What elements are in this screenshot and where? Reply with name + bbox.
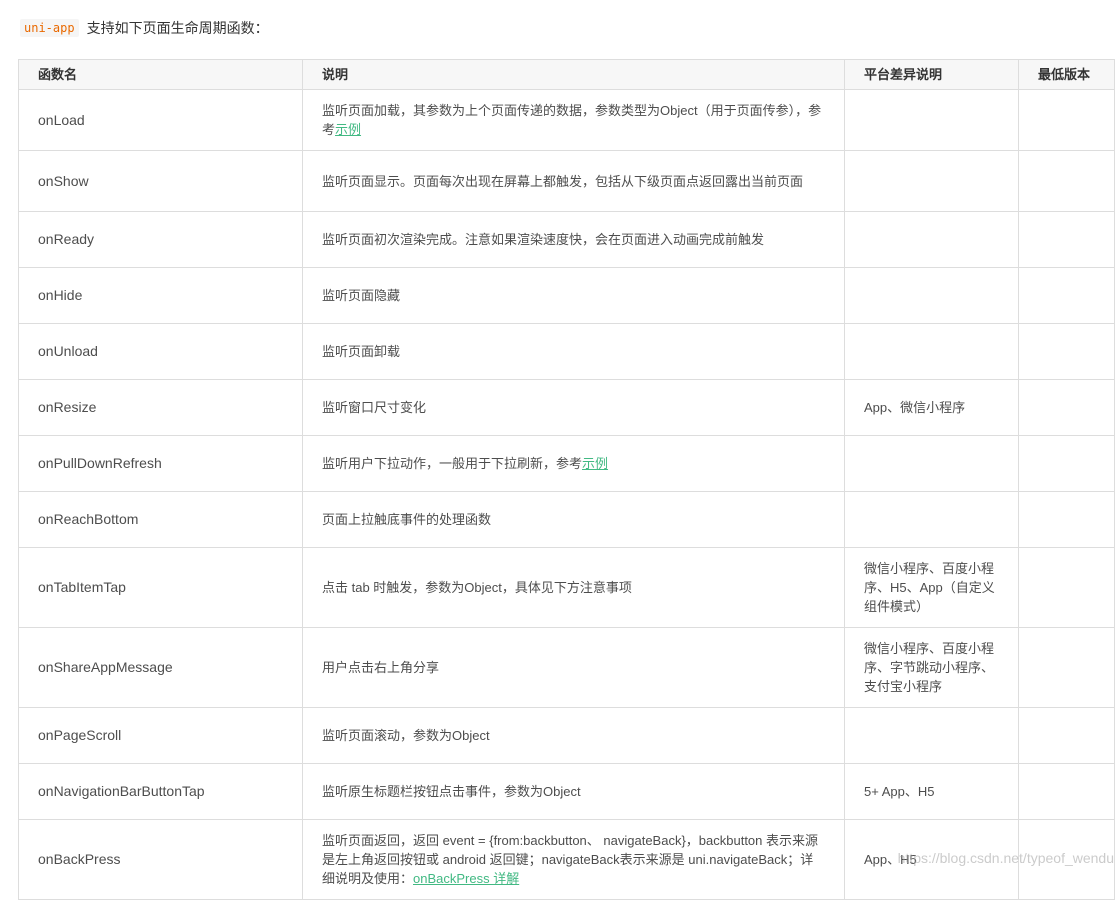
- platform-cell: [844, 150, 1019, 212]
- header-min-version: 最低版本: [1018, 59, 1115, 90]
- description-cell: 监听页面滚动，参数为Object: [302, 707, 845, 764]
- platform-cell: 5+ App、H5: [844, 763, 1019, 820]
- table-row: onNavigationBarButtonTap 监听原生标题栏按钮点击事件，参…: [18, 763, 1115, 820]
- description-cell: 监听页面初次渲染完成。注意如果渲染速度快，会在页面进入动画完成前触发: [302, 211, 845, 268]
- version-cell: [1018, 211, 1115, 268]
- function-name-cell: onLoad: [18, 89, 303, 151]
- table-row: onUnload 监听页面卸载: [18, 323, 1115, 380]
- version-cell: [1018, 267, 1115, 324]
- description-text: 监听页面加载，其参数为上个页面传递的数据，参数类型为Object（用于页面传参）…: [322, 103, 822, 137]
- table-row: onPullDownRefresh 监听用户下拉动作，一般用于下拉刷新，参考示例: [18, 435, 1115, 492]
- description-cell: 监听页面返回，返回 event = {from:backbutton、 navi…: [302, 819, 845, 900]
- function-name-cell: onReady: [18, 211, 303, 268]
- table-row: onPageScroll 监听页面滚动，参数为Object: [18, 707, 1115, 764]
- watermark: https://blog.csdn.net/typeof_wendu: [897, 850, 1114, 866]
- version-cell: [1018, 323, 1115, 380]
- description-cell: 监听页面卸载: [302, 323, 845, 380]
- table-row: onHide 监听页面隐藏: [18, 267, 1115, 324]
- platform-cell: [844, 323, 1019, 380]
- version-cell: [1018, 435, 1115, 492]
- platform-cell: App、微信小程序: [844, 379, 1019, 436]
- version-cell: [1018, 707, 1115, 764]
- header-function-name: 函数名: [18, 59, 303, 90]
- platform-cell: 微信小程序、百度小程序、字节跳动小程序、支付宝小程序: [844, 627, 1019, 708]
- platform-cell: [844, 89, 1019, 151]
- header-description: 说明: [302, 59, 845, 90]
- table-row: onResize 监听窗口尺寸变化 App、微信小程序: [18, 379, 1115, 436]
- onbackpress-link[interactable]: onBackPress 详解: [413, 871, 519, 886]
- function-name-cell: onTabItemTap: [18, 547, 303, 628]
- function-name-cell: onResize: [18, 379, 303, 436]
- function-name-cell: onNavigationBarButtonTap: [18, 763, 303, 820]
- description-cell: 用户点击右上角分享: [302, 627, 845, 708]
- version-cell: [1018, 547, 1115, 628]
- table-row: onReady 监听页面初次渲染完成。注意如果渲染速度快，会在页面进入动画完成前…: [18, 211, 1115, 268]
- lifecycle-table: 函数名 说明 平台差异说明 最低版本 onLoad 监听页面加载，其参数为上个页…: [18, 59, 1115, 900]
- description-cell: 页面上拉触底事件的处理函数: [302, 491, 845, 548]
- table-header-row: 函数名 说明 平台差异说明 最低版本: [18, 59, 1115, 90]
- platform-cell: [844, 267, 1019, 324]
- description-text: 监听页面返回，返回 event = {from:backbutton、 navi…: [322, 833, 819, 886]
- table-row: onTabItemTap 点击 tab 时触发，参数为Object，具体见下方注…: [18, 547, 1115, 628]
- description-cell: 监听页面隐藏: [302, 267, 845, 324]
- description-cell: 点击 tab 时触发，参数为Object，具体见下方注意事项: [302, 547, 845, 628]
- version-cell: [1018, 89, 1115, 151]
- inline-code: uni-app: [20, 19, 79, 37]
- function-name-cell: onShareAppMessage: [18, 627, 303, 708]
- intro-text: 支持如下页面生命周期函数：: [86, 20, 269, 36]
- description-cell: 监听用户下拉动作，一般用于下拉刷新，参考示例: [302, 435, 845, 492]
- description-cell: 监听页面显示。页面每次出现在屏幕上都触发，包括从下级页面点返回露出当前页面: [302, 150, 845, 212]
- version-cell: [1018, 627, 1115, 708]
- platform-cell: [844, 491, 1019, 548]
- table-row: onShow 监听页面显示。页面每次出现在屏幕上都触发，包括从下级页面点返回露出…: [18, 150, 1115, 212]
- table-row: onReachBottom 页面上拉触底事件的处理函数: [18, 491, 1115, 548]
- function-name-cell: onReachBottom: [18, 491, 303, 548]
- description-cell: 监听页面加载，其参数为上个页面传递的数据，参数类型为Object（用于页面传参）…: [302, 89, 845, 151]
- version-cell: [1018, 150, 1115, 212]
- platform-cell: [844, 707, 1019, 764]
- function-name-cell: onUnload: [18, 323, 303, 380]
- description-cell: 监听原生标题栏按钮点击事件，参数为Object: [302, 763, 845, 820]
- example-link[interactable]: 示例: [335, 122, 361, 137]
- intro-line: uni-app 支持如下页面生命周期函数：: [20, 17, 269, 39]
- platform-cell: 微信小程序、百度小程序、H5、App（自定义组件模式）: [844, 547, 1019, 628]
- table-row: onShareAppMessage 用户点击右上角分享 微信小程序、百度小程序、…: [18, 627, 1115, 708]
- function-name-cell: onHide: [18, 267, 303, 324]
- function-name-cell: onBackPress: [18, 819, 303, 900]
- version-cell: [1018, 379, 1115, 436]
- table-row: onLoad 监听页面加载，其参数为上个页面传递的数据，参数类型为Object（…: [18, 89, 1115, 151]
- platform-cell: [844, 211, 1019, 268]
- platform-cell: [844, 435, 1019, 492]
- description-cell: 监听窗口尺寸变化: [302, 379, 845, 436]
- example-link[interactable]: 示例: [582, 456, 608, 471]
- function-name-cell: onPullDownRefresh: [18, 435, 303, 492]
- description-text: 监听用户下拉动作，一般用于下拉刷新，参考: [322, 456, 583, 471]
- header-platform-diff: 平台差异说明: [844, 59, 1019, 90]
- function-name-cell: onPageScroll: [18, 707, 303, 764]
- version-cell: [1018, 763, 1115, 820]
- function-name-cell: onShow: [18, 150, 303, 212]
- version-cell: [1018, 491, 1115, 548]
